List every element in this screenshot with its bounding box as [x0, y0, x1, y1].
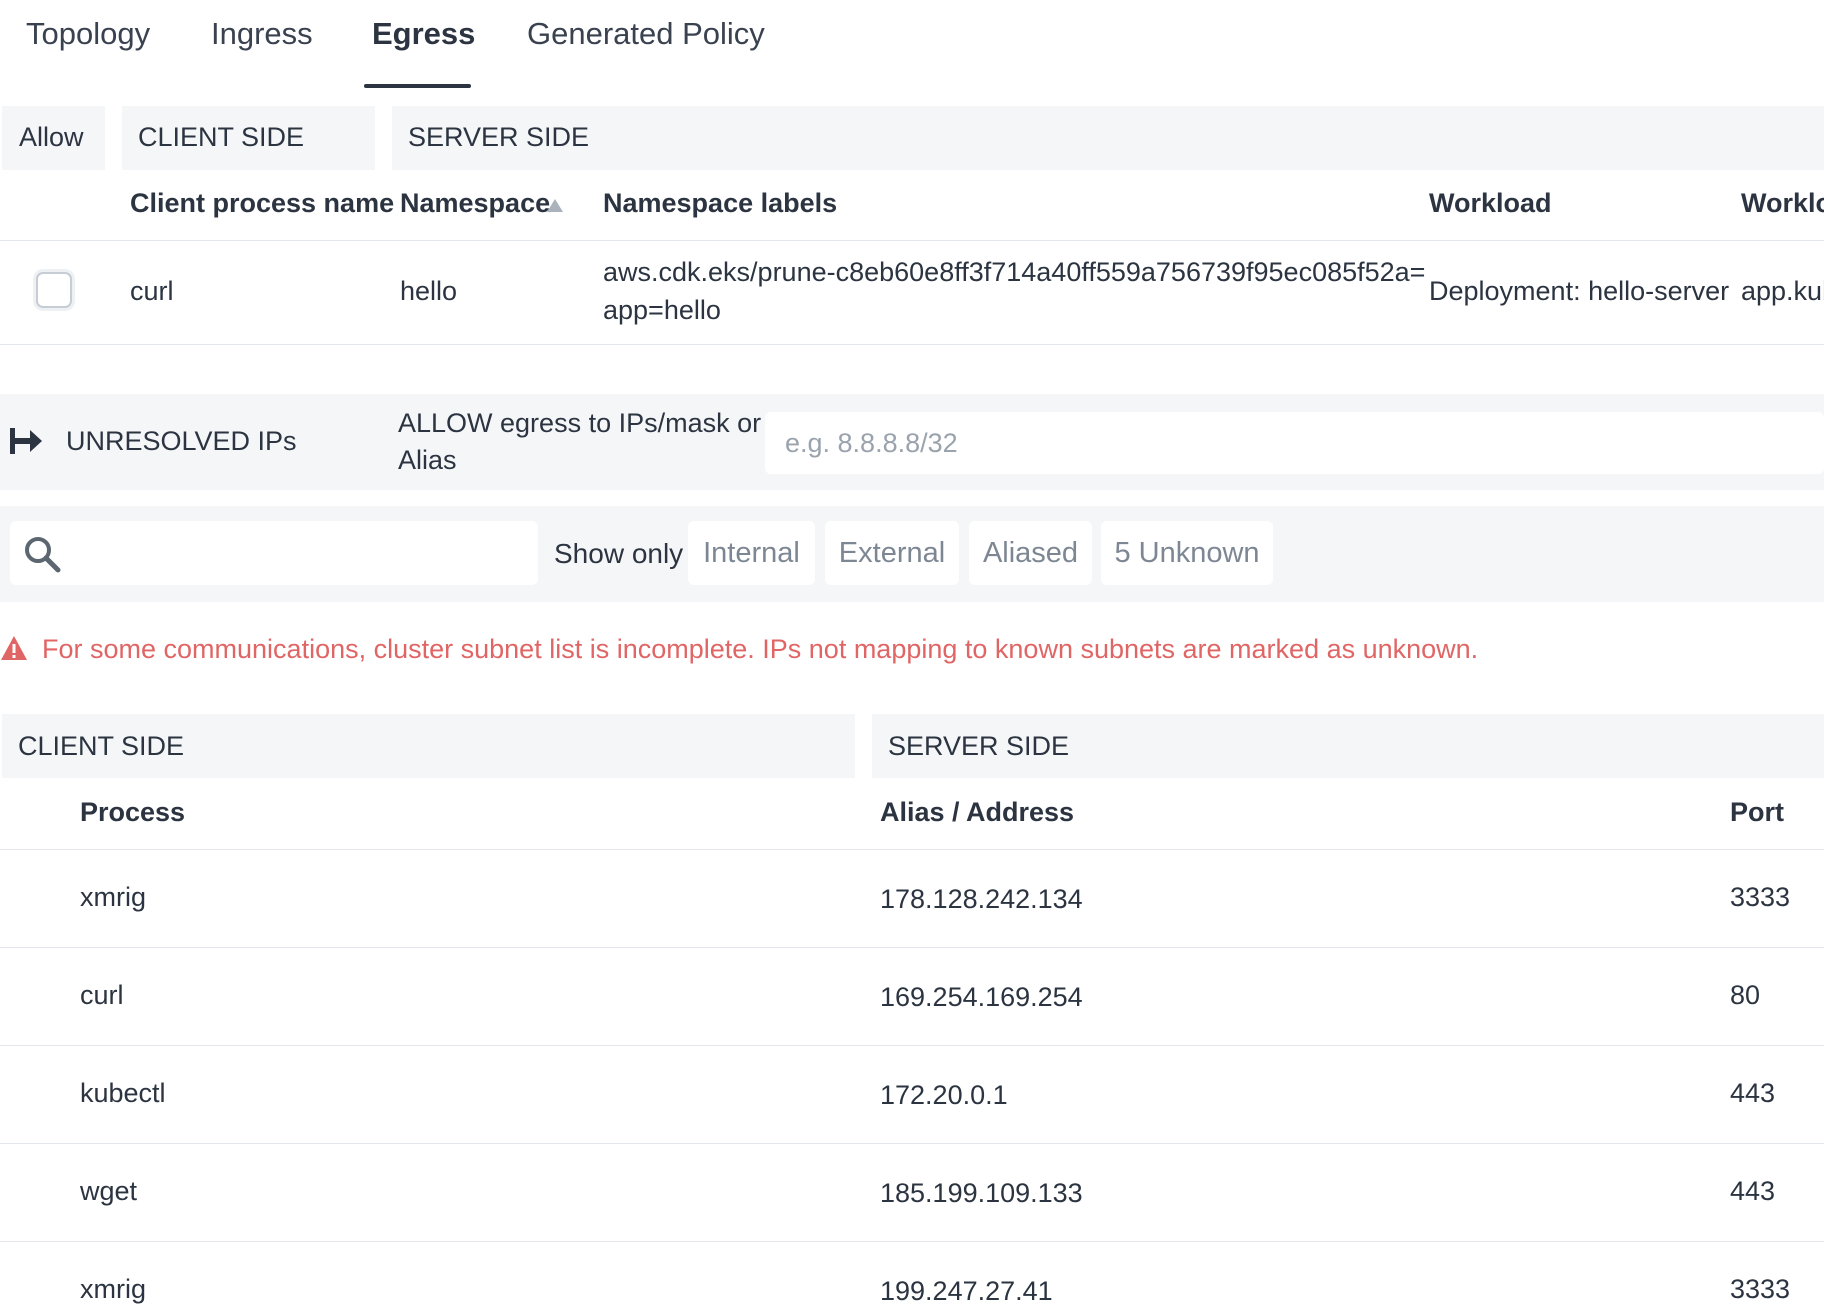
tab-bar: Topology Ingress Egress Generated Policy [0, 0, 1824, 92]
row-checkbox[interactable] [36, 272, 72, 308]
divider [0, 1241, 1824, 1242]
ip-mask-input[interactable]: e.g. 8.8.8.8/32 [765, 412, 1824, 474]
allow-header-label: Allow [19, 122, 84, 152]
unresolved-ips-panel: UNRESOLVED IPs ALLOW egress to IPs/mask … [0, 394, 1824, 490]
cell-port: 443 [1730, 1176, 1776, 1206]
divider [0, 240, 1824, 241]
divider [0, 344, 1824, 345]
filter-aliased-button[interactable]: Aliased [969, 521, 1092, 585]
col-port[interactable]: Port [1730, 797, 1784, 828]
cell-process: wget [80, 1176, 138, 1206]
cell-workload-labels: app.kub [1741, 276, 1824, 306]
cell-address: 185.199.109.133 [880, 1178, 1083, 1208]
divider [0, 1143, 1824, 1144]
cell-port: 443 [1730, 1078, 1776, 1108]
warning-icon [1, 636, 27, 660]
cell-process: curl [80, 980, 124, 1010]
tab-generated-policy[interactable]: Generated Policy [527, 16, 765, 52]
tab-topology[interactable]: Topology [26, 16, 150, 52]
unresolved-ips-title: UNRESOLVED IPs [66, 426, 297, 456]
cell-address: 199.247.27.41 [880, 1276, 1053, 1306]
active-tab-indicator [364, 84, 471, 88]
col-namespace[interactable]: Namespace [400, 188, 550, 219]
col-alias-address[interactable]: Alias / Address [880, 797, 1074, 828]
cell-client-process: curl [130, 276, 174, 306]
arrow-right-bar-icon [10, 428, 42, 454]
col-workload-labels[interactable]: Worklo [1741, 188, 1824, 219]
filter-external-button[interactable]: External [825, 521, 959, 585]
search-icon [25, 537, 61, 573]
filter-internal-button[interactable]: Internal [688, 521, 815, 585]
server-side-group-header: SERVER SIDE [392, 106, 1824, 170]
ip-client-side-label: CLIENT SIDE [18, 731, 185, 761]
cell-address: 169.254.169.254 [880, 982, 1083, 1012]
tab-egress[interactable]: Egress [372, 16, 475, 52]
allow-egress-label-2: Alias [398, 445, 457, 475]
col-namespace-labels[interactable]: Namespace labels [603, 188, 837, 219]
cell-port: 3333 [1730, 1274, 1791, 1304]
subnet-warning-message: For some communications, cluster subnet … [42, 634, 1479, 664]
search-input[interactable] [10, 521, 538, 585]
cell-port: 3333 [1730, 882, 1791, 912]
cell-namespace-labels-2: app=hello [603, 295, 721, 325]
col-workload[interactable]: Workload [1429, 188, 1552, 219]
cell-namespace: hello [400, 276, 458, 306]
client-side-group-header: CLIENT SIDE [122, 106, 375, 170]
filter-unknown-button[interactable]: 5 Unknown [1101, 521, 1273, 585]
client-side-label: CLIENT SIDE [138, 122, 305, 152]
server-side-label: SERVER SIDE [408, 122, 590, 152]
ip-mask-placeholder: e.g. 8.8.8.8/32 [785, 428, 958, 458]
cell-process: xmrig [80, 882, 146, 912]
ip-server-side-header: SERVER SIDE [872, 714, 1824, 778]
cell-process: xmrig [80, 1274, 146, 1304]
cell-process: kubectl [80, 1078, 166, 1108]
col-client-process-name[interactable]: Client process name [130, 188, 394, 219]
show-only-label: Show only [554, 538, 684, 569]
cell-address: 178.128.242.134 [880, 884, 1083, 914]
allow-egress-label-1: ALLOW egress to IPs/mask or [398, 408, 762, 438]
divider [0, 1045, 1824, 1046]
sort-ascending-icon[interactable] [547, 199, 563, 212]
cell-workload: Deployment: hello-server [1429, 276, 1730, 306]
divider [0, 947, 1824, 948]
cell-port: 80 [1730, 980, 1761, 1010]
ip-server-side-label: SERVER SIDE [888, 731, 1070, 761]
allow-group-header: Allow [2, 106, 105, 170]
col-process[interactable]: Process [80, 797, 185, 828]
divider [0, 849, 1824, 850]
cell-namespace-labels-1: aws.cdk.eks/prune-c8eb60e8ff3f714a40ff55… [603, 257, 1426, 287]
ip-client-side-header: CLIENT SIDE [2, 714, 855, 778]
cell-address: 172.20.0.1 [880, 1080, 1008, 1110]
tab-ingress[interactable]: Ingress [211, 16, 313, 52]
